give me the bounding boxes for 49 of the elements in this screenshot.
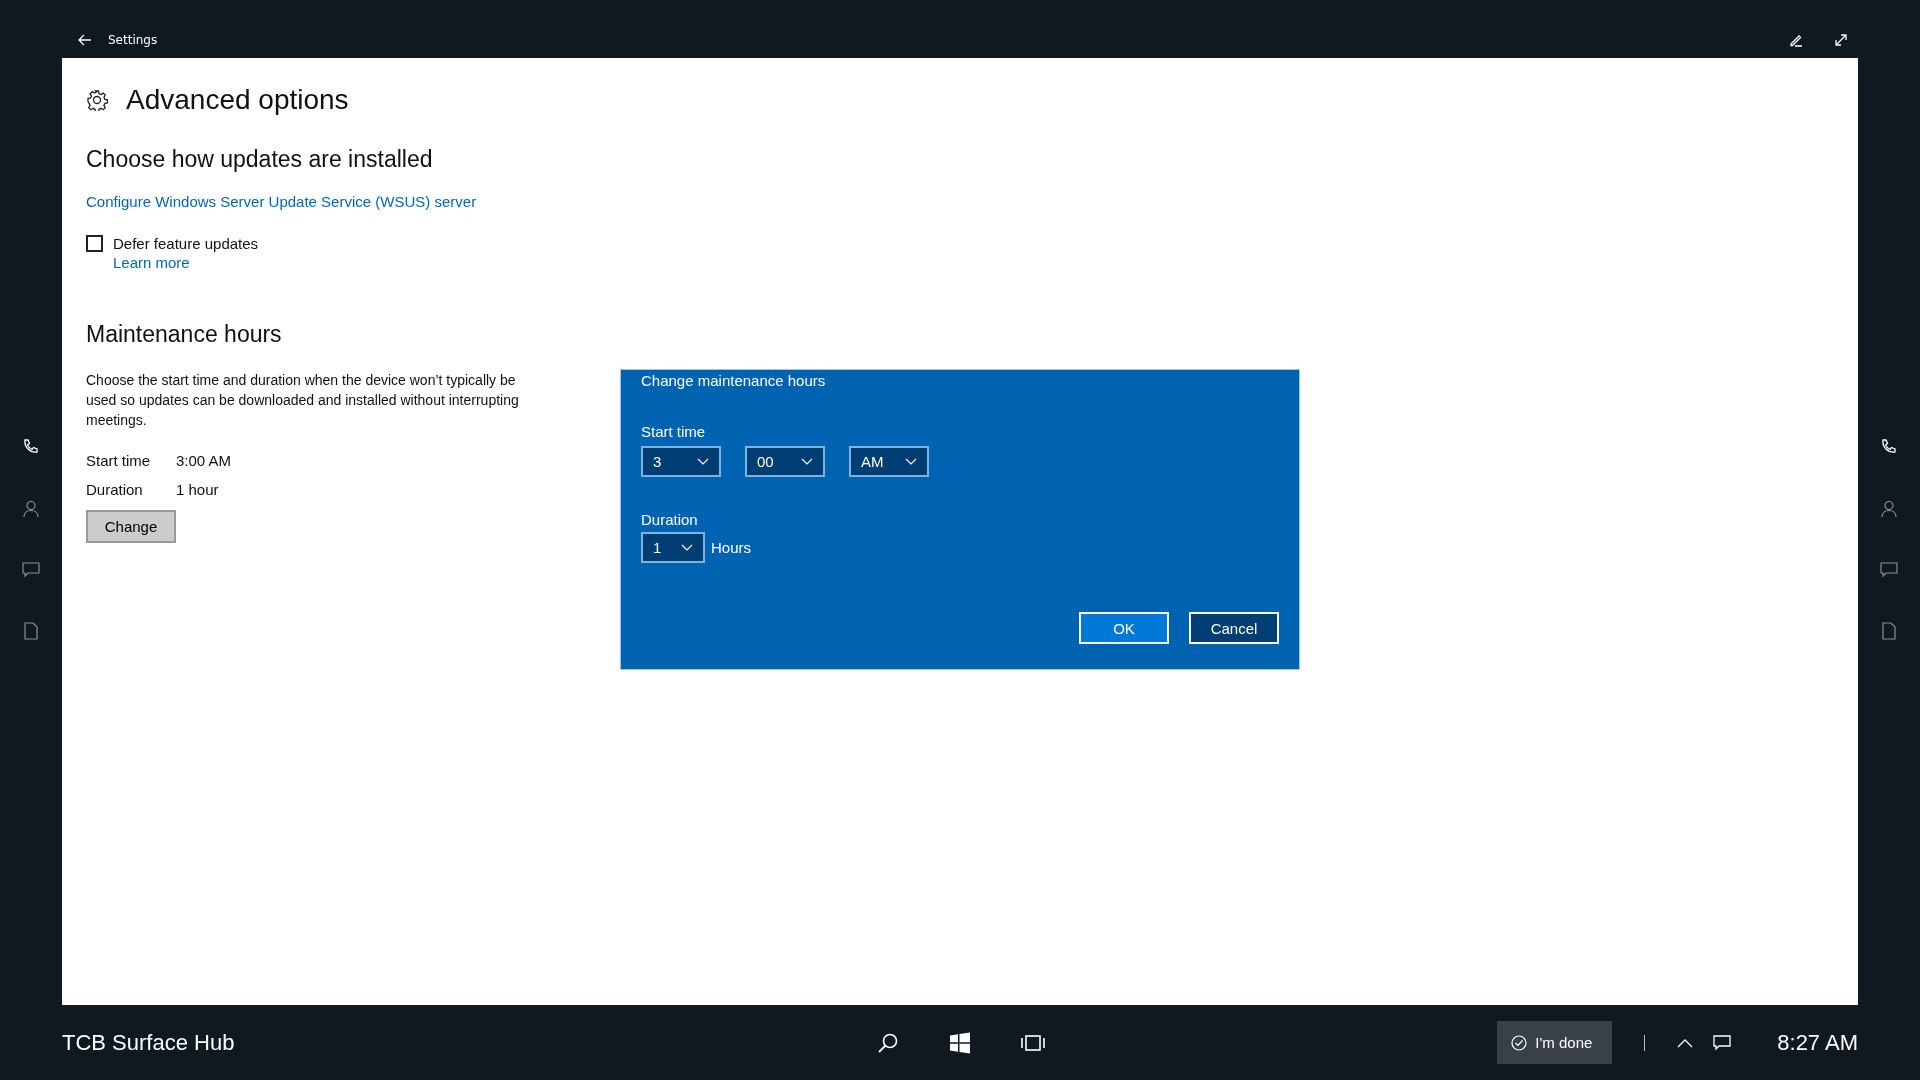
dialog-title: Change maintenance hours <box>641 372 827 389</box>
window-title: Settings <box>108 33 158 47</box>
dropdown[interactable]: 00 <box>745 446 825 477</box>
field-value: 1 hour <box>176 481 219 498</box>
field-label: Start time <box>86 452 152 469</box>
clock-time: 8:27 AM <box>1777 1029 1858 1056</box>
notification-icon[interactable] <box>1713 1034 1732 1051</box>
dropdown[interactable]: 1 <box>641 532 705 563</box>
person-icon[interactable] <box>1881 500 1897 518</box>
chat-icon[interactable] <box>1880 562 1898 578</box>
task-view-icon[interactable] <box>1021 1033 1045 1052</box>
checkbox-label: Defer feature updates <box>113 235 259 252</box>
windows-logo-icon[interactable] <box>949 1031 971 1054</box>
dropdown[interactable]: 3 <box>641 446 721 477</box>
search-icon[interactable] <box>877 1031 899 1054</box>
chevron-down-icon <box>801 458 813 465</box>
gear-icon <box>86 89 108 111</box>
learn-more-link[interactable]: Learn more <box>113 254 190 271</box>
device-name: TCB Surface Hub <box>62 1029 235 1056</box>
unit-label: Hours <box>711 539 751 556</box>
back-arrow-icon[interactable] <box>78 34 92 46</box>
dropdown[interactable]: AM <box>849 446 929 477</box>
change-button[interactable]: Change <box>86 510 176 543</box>
person-icon[interactable] <box>23 500 39 518</box>
field-label: Duration <box>86 481 144 498</box>
chevron-down-icon <box>905 458 917 465</box>
wsus-link[interactable]: Configure Windows Server Update Service (WSUS) server <box>86 193 477 210</box>
phone-icon[interactable] <box>1880 438 1898 456</box>
field-value: 3:00 AM <box>176 452 232 469</box>
im-done-button[interactable]: I'm done <box>1497 1021 1613 1064</box>
page-title: Advanced options <box>126 84 349 116</box>
document-icon[interactable] <box>1882 622 1896 640</box>
check-circle-icon <box>1511 1034 1528 1051</box>
description-text: Choose the start time and duration when the device won’t typically be used so updates can be downloaded and installed without interrupting meetings. <box>86 371 520 430</box>
section-heading: Choose how updates are installed <box>86 146 434 173</box>
ok-button[interactable]: OK <box>1079 612 1169 644</box>
chevron-down-icon <box>681 544 693 551</box>
chevron-up-icon[interactable] <box>1677 1037 1694 1048</box>
chat-icon[interactable] <box>22 562 40 578</box>
section-heading: Maintenance hours <box>86 321 283 348</box>
pen-icon[interactable] <box>1789 33 1803 47</box>
field-label: Start time <box>641 423 707 440</box>
document-icon[interactable] <box>24 622 38 640</box>
chevron-down-icon <box>697 458 709 465</box>
checkbox[interactable] <box>86 235 103 252</box>
field-label: Duration <box>641 511 699 528</box>
expand-icon[interactable] <box>1834 33 1848 47</box>
cancel-button[interactable]: Cancel <box>1189 612 1279 644</box>
phone-icon[interactable] <box>22 438 40 456</box>
